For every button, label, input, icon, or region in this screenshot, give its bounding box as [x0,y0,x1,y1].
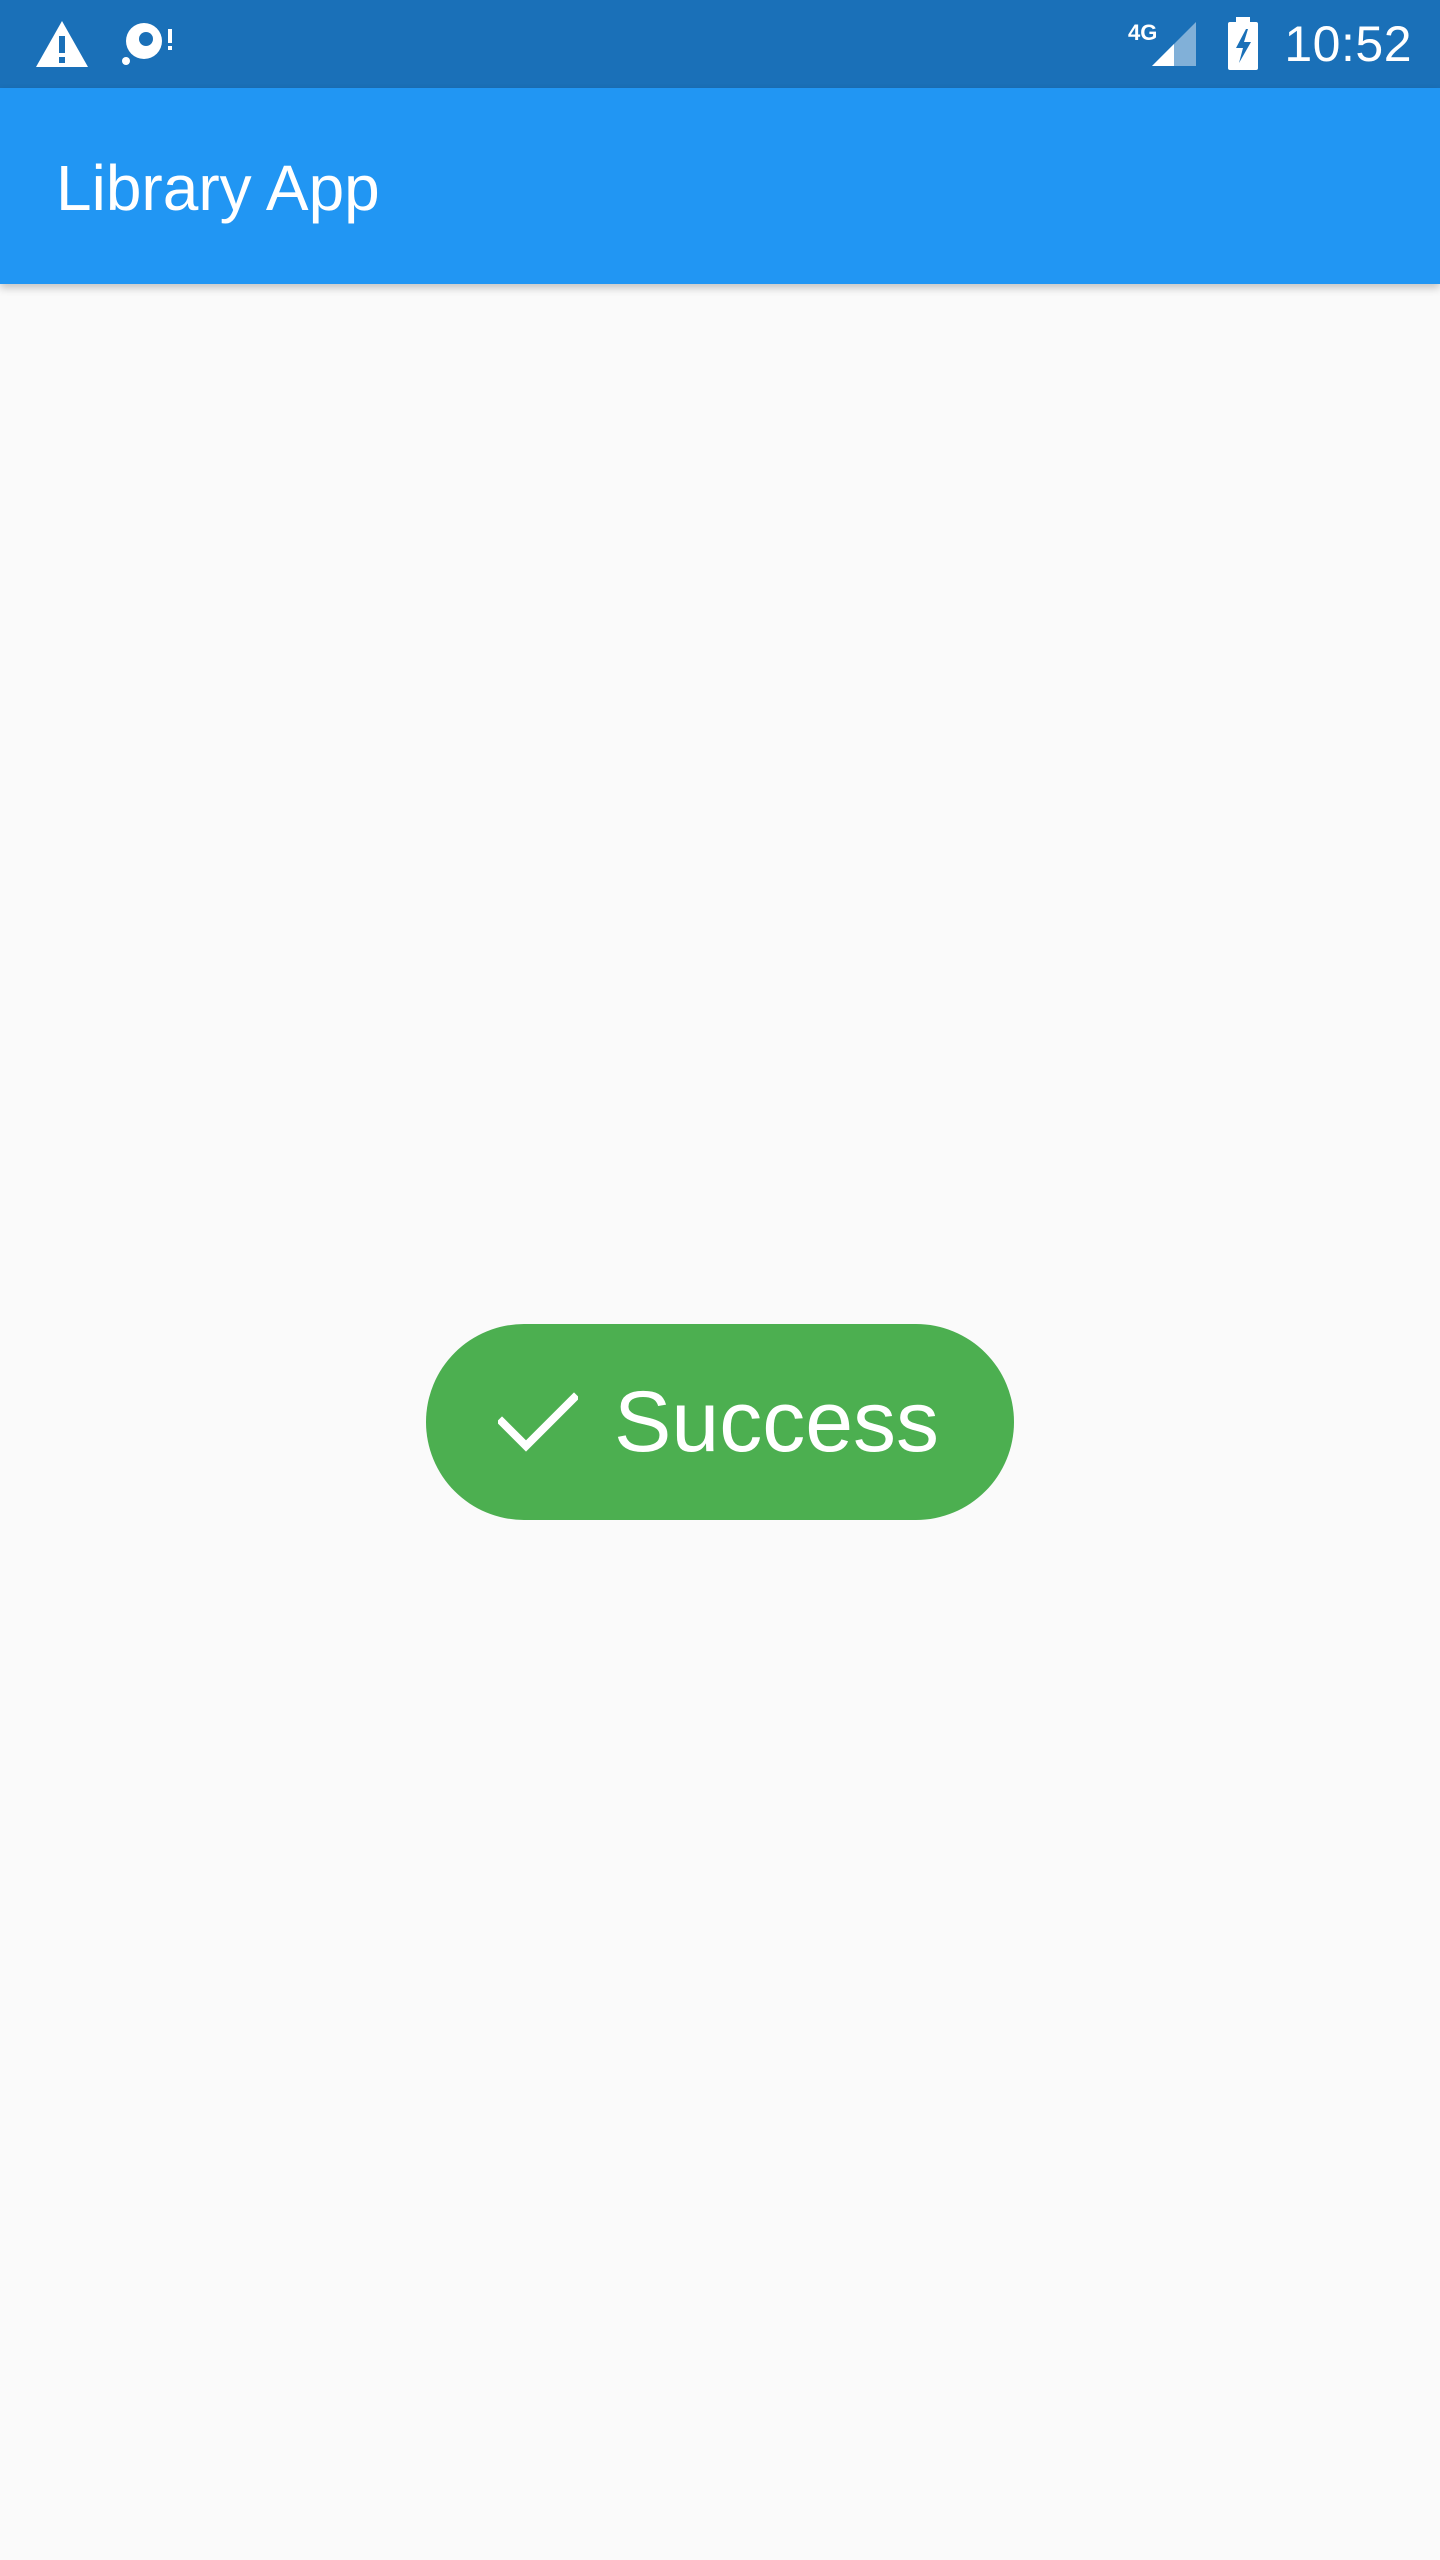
status-clock: 10:52 [1284,16,1412,72]
app-bar: Library App [0,88,1440,284]
signal-4g-icon: 4G [1128,18,1198,70]
battery-charging-icon [1226,17,1260,71]
status-bar: 4G 10:52 [0,0,1440,88]
sync-problem-icon [120,19,176,69]
check-icon [498,1382,578,1462]
network-type-label: 4G [1128,20,1157,45]
status-left-icons [34,16,176,72]
status-right-icons: 4G 10:52 [1128,0,1412,88]
toast-message: Success [614,1374,940,1470]
warning-icon [34,19,90,69]
success-toast: Success [426,1324,1014,1520]
app-title: Library App [56,152,380,224]
